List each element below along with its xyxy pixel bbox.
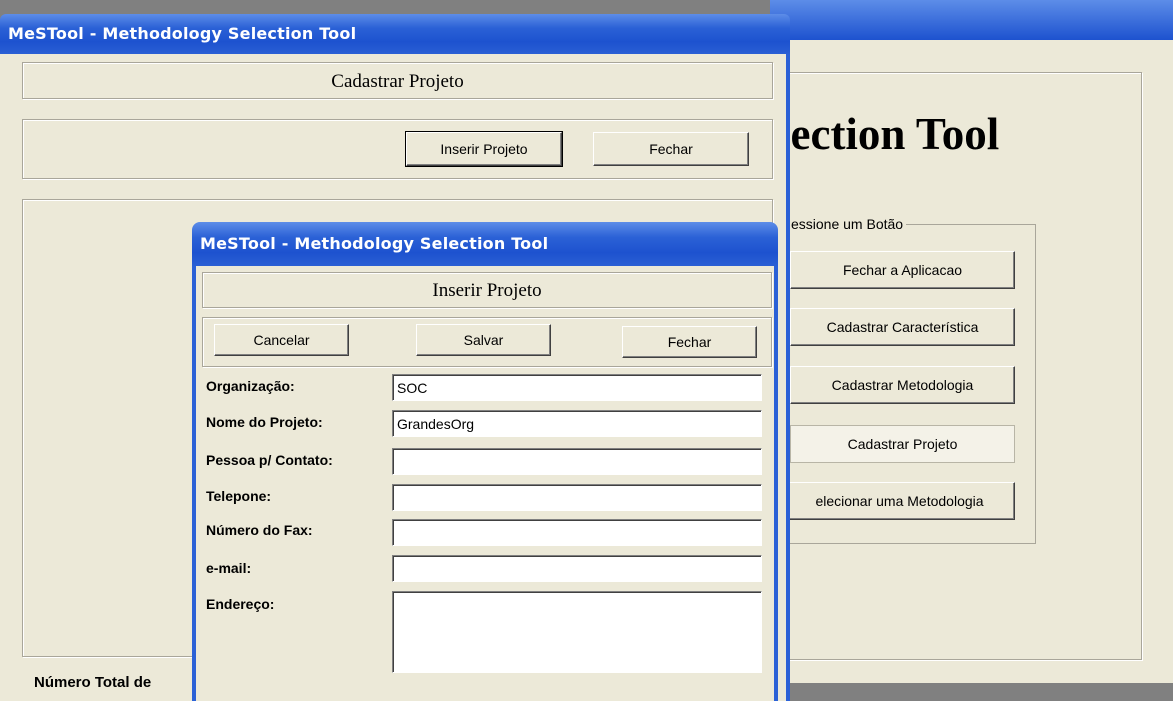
cadastrar-metodologia-button[interactable]: Cadastrar Metodologia — [790, 366, 1015, 404]
organizacao-field[interactable] — [392, 374, 762, 401]
nome-projeto-label: Nome do Projeto: — [206, 414, 323, 430]
cadastrar-projeto-button[interactable]: Cadastrar Projeto — [790, 425, 1015, 463]
inserir-fechar-button[interactable]: Fechar — [622, 326, 757, 358]
numero-total-label: Número Total de — [34, 674, 152, 691]
pessoa-contato-label: Pessoa p/ Contato: — [206, 452, 333, 468]
pessoa-contato-field[interactable] — [392, 448, 762, 475]
cadastrar-header: Cadastrar Projeto — [22, 62, 773, 99]
fax-label: Número do Fax: — [206, 522, 313, 538]
selecionar-metodologia-button[interactable]: elecionar uma Metodologia — [784, 482, 1015, 520]
inserir-window-titlebar: MeSTool - Methodology Selection Tool — [192, 222, 778, 266]
telefone-field[interactable] — [392, 484, 762, 511]
cancelar-button[interactable]: Cancelar — [214, 324, 349, 356]
salvar-button[interactable]: Salvar — [416, 324, 551, 356]
main-window-titlebar — [770, 0, 1173, 40]
endereco-field[interactable] — [392, 591, 762, 673]
cadastrar-fechar-button[interactable]: Fechar — [593, 132, 749, 166]
organizacao-label: Organização: — [206, 378, 295, 394]
button-group-title: essione um Botão — [788, 216, 907, 232]
main-window: lection Tool essione um Botão Fechar a A… — [770, 40, 1173, 683]
cadastrar-window-titlebar: MeSTool - Methodology Selection Tool — [0, 14, 790, 54]
telefone-label: Telepone: — [206, 488, 272, 504]
nome-projeto-field[interactable] — [392, 410, 762, 437]
inserir-projeto-button[interactable]: Inserir Projeto — [405, 131, 563, 167]
endereco-label: Endereço: — [206, 596, 275, 612]
cadastrar-caracteristica-button[interactable]: Cadastrar Característica — [790, 308, 1015, 346]
fax-field[interactable] — [392, 519, 762, 546]
main-heading: lection Tool — [778, 109, 1000, 159]
inserir-window: Inserir Projeto Cancelar Salvar Fechar O… — [192, 266, 778, 701]
email-label: e-mail: — [206, 560, 252, 576]
fechar-aplicacao-button[interactable]: Fechar a Aplicacao — [790, 251, 1015, 289]
email-field[interactable] — [392, 555, 762, 582]
inserir-header: Inserir Projeto — [202, 272, 772, 308]
